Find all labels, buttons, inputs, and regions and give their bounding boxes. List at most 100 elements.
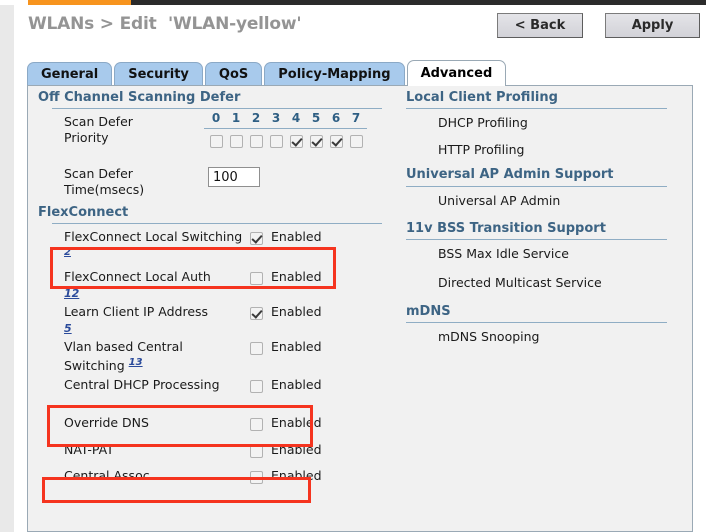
row-learn-client-ip-address: Learn Client IP Address 5 Enabled bbox=[28, 299, 396, 337]
flexconnect-local-auth-label: FlexConnect Local Auth 12 bbox=[64, 269, 244, 302]
priority-number-7: 7 bbox=[351, 111, 361, 125]
priority-checkbox-1[interactable] bbox=[229, 135, 243, 148]
row-label-text: FlexConnect Local Switching bbox=[64, 229, 243, 244]
enabled-label: Enabled bbox=[271, 339, 322, 354]
priority-number-2: 2 bbox=[251, 111, 261, 125]
scan-defer-time-label-line2: Time(msecs) bbox=[64, 182, 145, 197]
priority-number-0: 0 bbox=[211, 111, 221, 125]
priority-checkbox-7[interactable] bbox=[349, 135, 363, 148]
learn-client-ip-address-label: Learn Client IP Address 5 bbox=[64, 304, 244, 337]
priority-number-1: 1 bbox=[231, 111, 241, 125]
row-central-dhcp-processing: Central DHCP Processing Enabled bbox=[28, 372, 396, 410]
tab-security[interactable]: Security bbox=[114, 62, 203, 86]
priority-number-6: 6 bbox=[331, 111, 341, 125]
section-heading-11v-bss-transition-support: 11v BSS Transition Support bbox=[406, 221, 606, 236]
mdns-snooping-label: mDNS Snooping bbox=[438, 329, 540, 344]
flexconnect-local-switching-label: FlexConnect Local Switching 2 bbox=[64, 229, 244, 264]
enabled-label: Enabled bbox=[271, 377, 322, 392]
http-profiling-label: HTTP Profiling bbox=[438, 142, 525, 157]
enabled-label: Enabled bbox=[271, 415, 322, 430]
row-label-text: Central DHCP Processing bbox=[64, 377, 220, 392]
priority-checkbox-2[interactable] bbox=[249, 135, 263, 148]
central-dhcp-processing-label: Central DHCP Processing bbox=[64, 377, 244, 393]
tab-bar: General Security QoS Policy-Mapping Adva… bbox=[27, 60, 508, 86]
row-http-profiling: HTTP Profiling bbox=[396, 136, 681, 163]
dhcp-profiling-label: DHCP Profiling bbox=[438, 115, 528, 130]
priority-number-3: 3 bbox=[271, 111, 281, 125]
section-heading-local-client-profiling: Local Client Profiling bbox=[406, 90, 558, 105]
bss-max-idle-service-label: BSS Max Idle Service bbox=[438, 246, 569, 261]
flexconnect-local-auth-checkbox[interactable] bbox=[250, 272, 263, 285]
page-title: WLANs > Edit 'WLAN-yellow' bbox=[28, 14, 302, 34]
priority-checkbox-6[interactable] bbox=[329, 135, 343, 148]
row-directed-multicast-service: Directed Multicast Service bbox=[396, 269, 681, 300]
learn-client-ip-address-checkbox[interactable] bbox=[250, 307, 263, 320]
enabled-label: Enabled bbox=[271, 468, 322, 483]
priority-checkbox-5[interactable] bbox=[309, 135, 323, 148]
row-bss-max-idle-service: BSS Max Idle Service bbox=[396, 240, 681, 269]
scan-defer-priority-label-line2: Priority bbox=[64, 130, 109, 145]
footnote-ref[interactable]: 2 bbox=[64, 247, 71, 258]
central-assoc-checkbox[interactable] bbox=[250, 471, 263, 484]
tab-policy-mapping[interactable]: Policy-Mapping bbox=[264, 62, 405, 86]
central-dhcp-processing-checkbox[interactable] bbox=[250, 380, 263, 393]
footnote-ref[interactable]: 13 bbox=[129, 357, 143, 368]
row-label-text: FlexConnect Local Auth bbox=[64, 269, 211, 284]
section-heading-mdns: mDNS bbox=[406, 304, 451, 319]
top-accent-dark-bar bbox=[131, 0, 706, 5]
row-flexconnect-local-switching: FlexConnect Local Switching 2 Enabled bbox=[28, 224, 396, 264]
app-root: WLANs > Edit 'WLAN-yellow' < Back Apply … bbox=[0, 0, 706, 532]
row-label-text: Vlan based Central Switching bbox=[64, 339, 183, 374]
row-label-text: NAT-PAT bbox=[64, 442, 114, 457]
priority-checkbox-3[interactable] bbox=[269, 135, 283, 148]
tab-general[interactable]: General bbox=[27, 62, 113, 86]
nat-pat-checkbox[interactable] bbox=[250, 445, 263, 458]
scan-defer-time-label-line1: Scan Defer bbox=[64, 166, 133, 181]
scan-defer-priority-numbers: 01234567 bbox=[206, 111, 366, 125]
row-nat-pat: NAT-PAT Enabled bbox=[28, 437, 396, 463]
central-assoc-label: Central Assoc bbox=[64, 468, 244, 484]
tab-advanced[interactable]: Advanced bbox=[406, 60, 507, 86]
row-scan-defer-time: Scan Defer Time(msecs) bbox=[28, 161, 396, 199]
apply-button[interactable]: Apply bbox=[605, 13, 700, 38]
left-column: Off Channel Scanning Defer Scan Defer Pr… bbox=[28, 86, 396, 489]
tab-qos[interactable]: QoS bbox=[204, 62, 263, 86]
right-column: Local Client Profiling DHCP Profiling HT… bbox=[396, 86, 681, 371]
override-dns-checkbox[interactable] bbox=[250, 418, 263, 431]
priority-number-4: 4 bbox=[291, 111, 301, 125]
enabled-label: Enabled bbox=[271, 269, 322, 284]
back-button[interactable]: < Back bbox=[497, 13, 583, 38]
enabled-label: Enabled bbox=[271, 229, 322, 244]
row-label-text: Learn Client IP Address bbox=[64, 304, 209, 319]
priority-checkbox-0[interactable] bbox=[209, 135, 223, 148]
row-central-assoc: Central Assoc Enabled bbox=[28, 463, 396, 489]
scan-defer-priority-rule bbox=[204, 128, 367, 129]
advanced-settings-panel: Off Channel Scanning Defer Scan Defer Pr… bbox=[27, 85, 693, 532]
top-accent-orange-bar bbox=[28, 0, 131, 5]
scan-defer-priority-checkboxes bbox=[206, 133, 366, 148]
flexconnect-local-switching-checkbox[interactable] bbox=[250, 232, 263, 245]
override-dns-label: Override DNS bbox=[64, 415, 244, 431]
row-override-dns: Override DNS Enabled bbox=[28, 410, 396, 437]
row-flexconnect-local-auth: FlexConnect Local Auth 12 Enabled bbox=[28, 264, 396, 302]
scan-defer-time-input[interactable] bbox=[208, 167, 260, 187]
enabled-label: Enabled bbox=[271, 304, 322, 319]
row-label-text: Override DNS bbox=[64, 415, 149, 430]
row-label-text: Central Assoc bbox=[64, 468, 150, 483]
row-scan-defer-priority: Scan Defer Priority 01234567 bbox=[28, 109, 396, 161]
directed-multicast-service-label: Directed Multicast Service bbox=[438, 275, 602, 290]
row-universal-ap-admin: Universal AP Admin bbox=[396, 187, 681, 217]
row-mdns-snooping: mDNS Snooping Enabled bbox=[396, 323, 681, 371]
vlan-based-central-switching-label: Vlan based Central Switching 13 bbox=[64, 339, 244, 374]
scan-defer-priority-label-line1: Scan Defer bbox=[64, 114, 133, 129]
priority-checkbox-4[interactable] bbox=[289, 135, 303, 148]
vlan-based-central-switching-checkbox[interactable] bbox=[250, 342, 263, 355]
left-gutter bbox=[0, 5, 14, 532]
priority-number-5: 5 bbox=[311, 111, 321, 125]
section-heading-flexconnect: FlexConnect bbox=[38, 205, 129, 220]
universal-ap-admin-label: Universal AP Admin bbox=[438, 193, 561, 208]
section-heading-universal-ap-admin-support: Universal AP Admin Support bbox=[406, 167, 614, 182]
row-vlan-based-central-switching: Vlan based Central Switching 13 Enabled bbox=[28, 334, 396, 374]
nat-pat-label: NAT-PAT bbox=[64, 442, 244, 458]
row-dhcp-profiling: DHCP Profiling bbox=[396, 109, 681, 136]
